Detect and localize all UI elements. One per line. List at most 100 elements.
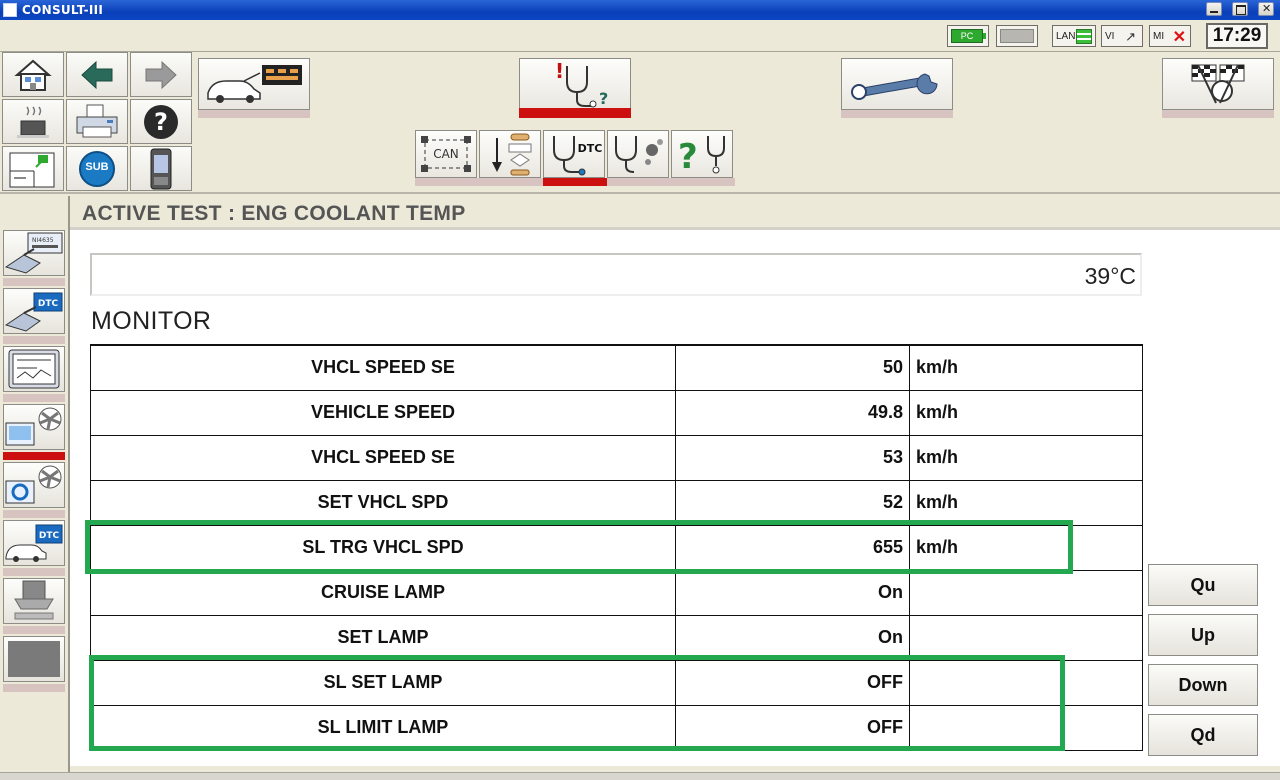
sub-label: SUB xyxy=(85,161,109,173)
diagnosis-help-button[interactable]: ? xyxy=(671,130,733,178)
vehicle-select-underline xyxy=(198,110,310,118)
title-bar: CONSULT-III xyxy=(0,0,1280,20)
ecu-reprogram-icon xyxy=(14,580,54,620)
table-row[interactable]: CRUISE LAMP On xyxy=(90,569,1143,616)
lan-indicator: LAN xyxy=(1052,25,1096,47)
disconnected-icon: ✕ xyxy=(1172,29,1186,46)
table-row[interactable]: VHCL SPEED SE 50 km/h xyxy=(90,344,1143,391)
can-label: CAN xyxy=(433,147,459,161)
status-bar: PC LAN VI ↗ MI ✕ 17:29 xyxy=(0,20,1280,52)
work-support-button[interactable] xyxy=(841,58,953,110)
minimize-button[interactable] xyxy=(1206,2,1222,16)
pc-battery-nub xyxy=(983,33,986,39)
item-unit xyxy=(909,704,1143,751)
mi-indicator: MI ✕ xyxy=(1149,25,1191,47)
data-monitor-underline xyxy=(3,394,65,402)
data-monitor-icon xyxy=(8,349,60,389)
flowchart-button[interactable] xyxy=(479,130,541,178)
item-name: VHCL SPEED SE xyxy=(90,344,676,391)
svg-text:!: ! xyxy=(555,60,564,83)
diagnosis-button[interactable]: ! ? xyxy=(519,58,631,110)
vehicle-dtc-button[interactable]: DTC xyxy=(3,520,65,566)
bottom-status-strip xyxy=(0,772,1280,780)
table-row[interactable]: SL SET LAMP OFF xyxy=(90,659,1143,706)
sub-mode-button[interactable]: SUB xyxy=(66,146,128,191)
item-name: SET LAMP xyxy=(90,614,676,661)
screen-capture-button[interactable] xyxy=(2,146,64,191)
home-icon xyxy=(14,59,52,91)
app-icon xyxy=(3,3,17,17)
close-window-button[interactable] xyxy=(1258,2,1274,16)
active-test-value-display: 39°C xyxy=(90,253,1142,296)
ecu-identification-button[interactable]: NI4635 xyxy=(3,230,65,276)
active-test-button[interactable] xyxy=(3,404,65,450)
dtc-stethoscope-icon: DTC xyxy=(553,136,602,176)
item-unit xyxy=(909,614,1143,661)
ecu-id-icon: NI4635 xyxy=(4,232,63,274)
disabled-function-underline xyxy=(3,684,65,692)
disabled-function-button[interactable] xyxy=(3,636,65,682)
quick-down-button[interactable]: Qd xyxy=(1148,714,1258,756)
finish-flag-button[interactable] xyxy=(1162,58,1274,110)
forward-button[interactable] xyxy=(130,52,192,97)
handheld-device-button[interactable] xyxy=(130,146,192,191)
vehicle-dtc-icon: DTC xyxy=(5,524,63,562)
maximize-button[interactable] xyxy=(1232,2,1248,16)
table-row[interactable]: SET VHCL SPD 52 km/h xyxy=(90,479,1143,526)
dtc-button[interactable]: DTC xyxy=(543,130,605,178)
item-name: VEHICLE SPEED xyxy=(90,389,676,436)
connection-plug-icon: ↗ xyxy=(1125,29,1136,44)
dtc-underline xyxy=(3,336,65,344)
item-value: 655 xyxy=(675,524,910,571)
item-unit xyxy=(909,659,1143,706)
self-diag-dtc-button[interactable]: DTC xyxy=(3,288,65,334)
monitor-table: VHCL SPEED SE 50 km/h VEHICLE SPEED 49.8… xyxy=(90,344,1143,751)
clock: 17:29 xyxy=(1206,23,1268,49)
work-support-fan-button[interactable] xyxy=(3,462,65,508)
ecu-reprogram-underline xyxy=(3,626,65,634)
print-button[interactable] xyxy=(66,99,128,144)
vehicle-ecu-icon xyxy=(207,65,302,103)
active-test-active-underline xyxy=(3,452,65,460)
down-button[interactable]: Down xyxy=(1148,664,1258,706)
vehicle-select-button[interactable] xyxy=(198,58,310,110)
data-monitor-button[interactable] xyxy=(3,346,65,392)
ecu-reprogram-button[interactable] xyxy=(3,578,65,624)
sleep-button[interactable] xyxy=(2,99,64,144)
dtc-device-icon: DTC xyxy=(4,292,63,332)
flowchart-icon xyxy=(492,133,532,176)
heading-bar: ACTIVE TEST : ENG COOLANT TEMP xyxy=(70,196,1280,230)
table-row[interactable]: SET LAMP On xyxy=(90,614,1143,661)
item-unit: km/h xyxy=(909,344,1143,391)
help-button[interactable]: ? xyxy=(130,99,192,144)
table-row[interactable]: SL TRG VHCL SPD 655 km/h xyxy=(90,524,1143,571)
symptom-button[interactable] xyxy=(607,130,669,178)
screen-capture-icon xyxy=(9,152,55,187)
home-button[interactable] xyxy=(2,52,64,97)
item-value: OFF xyxy=(675,659,910,706)
vehicle-dtc-underline xyxy=(3,568,65,576)
main-toolbar: ? SUB ! ? CAN DTC ? xyxy=(0,52,1280,194)
mi-label: MI xyxy=(1153,31,1165,42)
item-value: On xyxy=(675,569,910,616)
table-row[interactable]: VHCL SPEED SE 53 km/h xyxy=(90,434,1143,481)
active-test-fan-icon xyxy=(5,407,62,446)
wrench-icon xyxy=(851,73,938,100)
can-diagnosis-button[interactable]: CAN xyxy=(415,130,477,178)
item-name: SL LIMIT LAMP xyxy=(90,704,676,751)
consult-app-window: CONSULT-III PC LAN VI ↗ MI ✕ 17:29 xyxy=(0,0,1280,780)
item-unit xyxy=(909,569,1143,616)
stethoscope-smoke-icon xyxy=(615,136,663,173)
back-arrow-icon xyxy=(81,60,113,89)
item-unit: km/h xyxy=(909,389,1143,436)
nissan-label: NI4635 xyxy=(32,237,54,244)
item-name: VHCL SPEED SE xyxy=(90,434,676,481)
up-button[interactable]: Up xyxy=(1148,614,1258,656)
table-row[interactable]: VEHICLE SPEED 49.8 km/h xyxy=(90,389,1143,436)
table-row[interactable]: SL LIMIT LAMP OFF xyxy=(90,704,1143,751)
vi-label: VI xyxy=(1105,31,1115,42)
item-value: OFF xyxy=(675,704,910,751)
item-name: SET VHCL SPD xyxy=(90,479,676,526)
back-button[interactable] xyxy=(66,52,128,97)
quick-up-button[interactable]: Qu xyxy=(1148,564,1258,606)
